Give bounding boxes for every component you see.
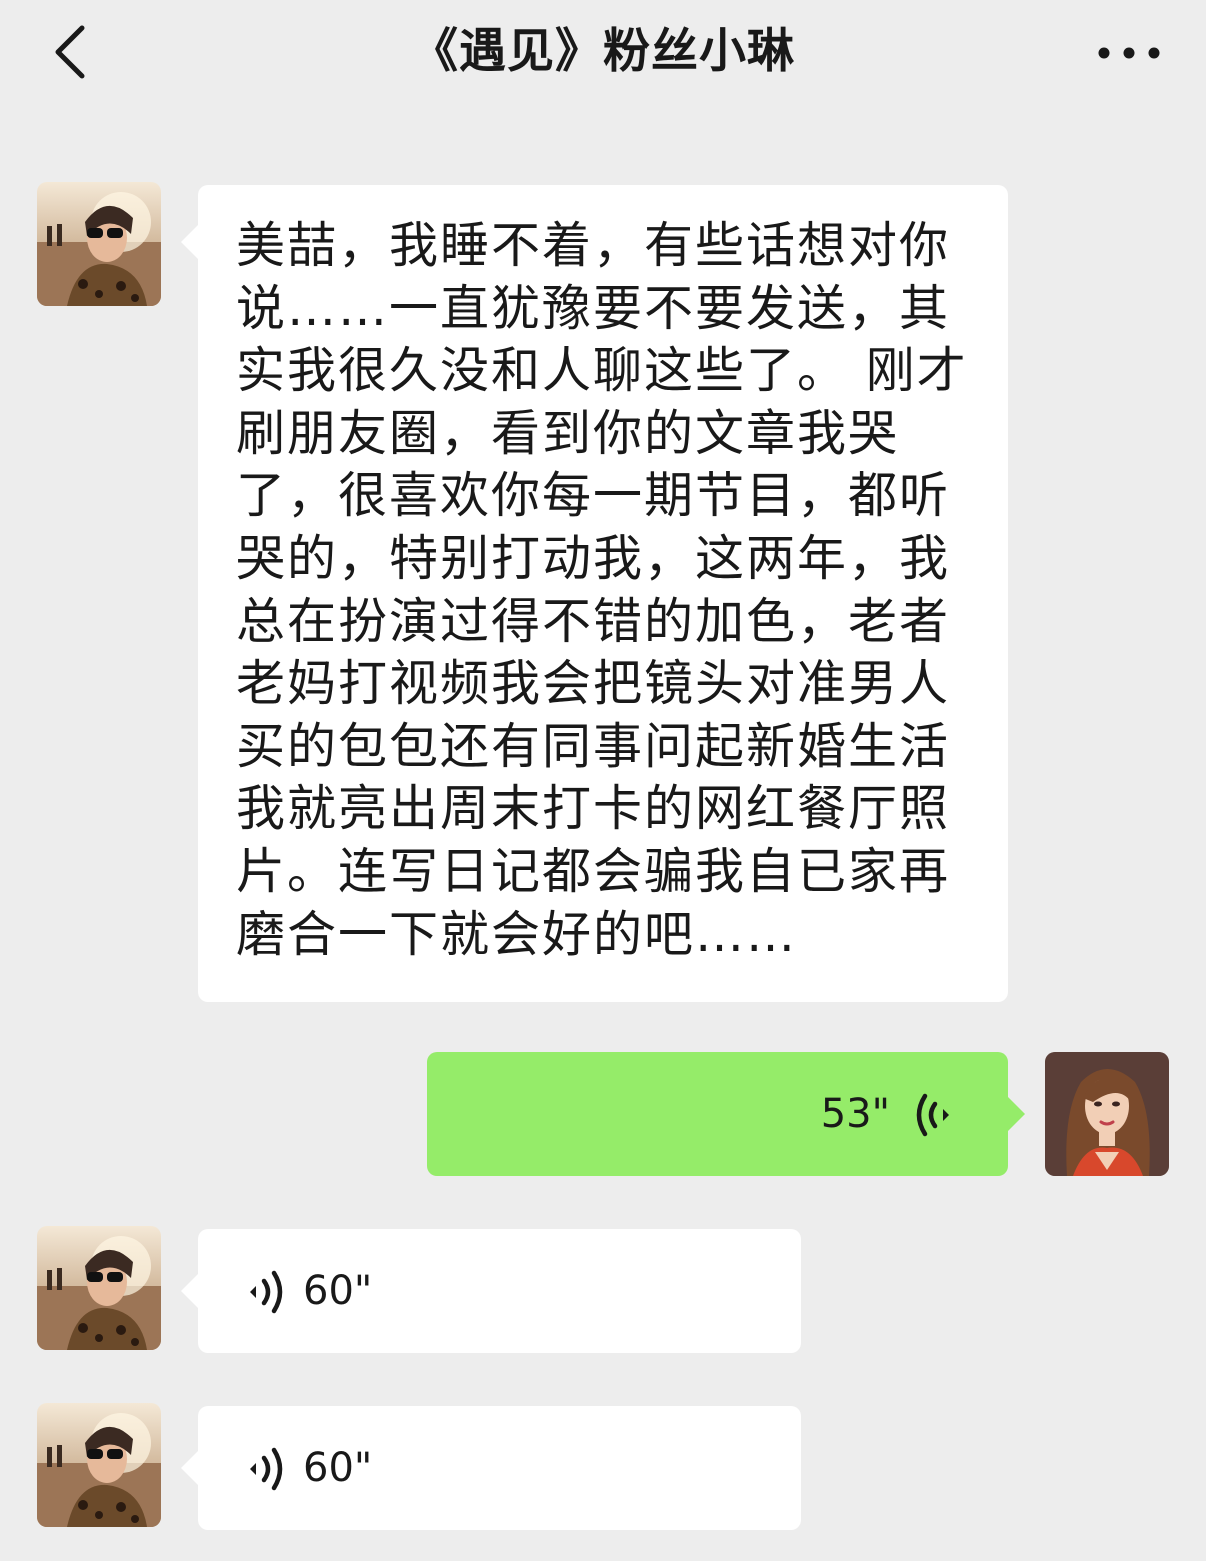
contact-avatar[interactable] [37, 182, 161, 306]
message-text: 美喆，我睡不着，有些话想对你说……一直犹豫要不要发送，其实我很久没和人聊这些了。… [236, 217, 968, 963]
message-bubble-incoming[interactable]: 美喆，我睡不着，有些话想对你说……一直犹豫要不要发送，其实我很久没和人聊这些了。… [181, 185, 1008, 1002]
contact-avatar[interactable] [37, 1226, 161, 1350]
chat-header: 《遇见》粉丝小琳 [0, 0, 1206, 118]
voice-duration: 53" [820, 1091, 890, 1137]
voice-message-incoming[interactable]: 60" [181, 1229, 801, 1353]
contact-avatar[interactable] [37, 1403, 161, 1527]
voice-duration: 60" [303, 1445, 373, 1491]
more-dots-icon[interactable] [1094, 38, 1164, 68]
voice-wave-icon [250, 1447, 283, 1491]
voice-wave-icon [250, 1270, 283, 1314]
voice-duration: 60" [303, 1268, 373, 1314]
chat-title: 《遇见》粉丝小琳 [411, 24, 795, 79]
voice-message-outgoing[interactable]: 53" [427, 1052, 1025, 1176]
my-avatar[interactable] [1045, 1052, 1169, 1176]
voice-message-incoming[interactable]: 60" [181, 1406, 801, 1530]
voice-wave-icon [916, 1093, 949, 1137]
